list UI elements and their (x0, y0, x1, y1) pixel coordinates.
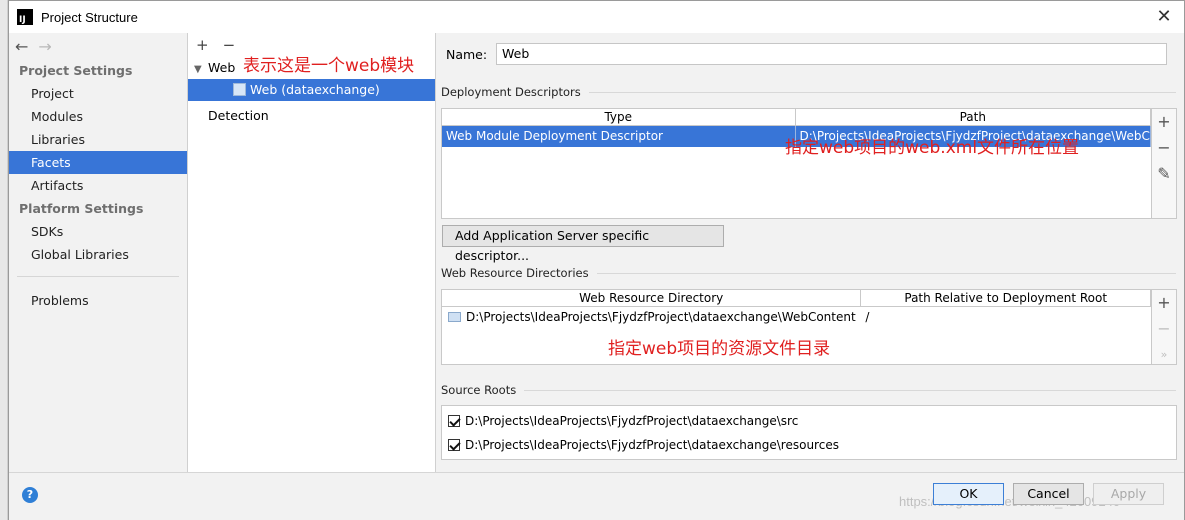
add-resource-icon[interactable]: + (1152, 290, 1176, 316)
web-module-annotation: 表示这是一个web模块 (243, 56, 415, 76)
close-icon[interactable]: ✕ (1154, 7, 1174, 27)
facet-settings-content: Name: Web Deployment Descriptors Type Pa… (437, 33, 1184, 472)
remove-descriptor-icon[interactable]: − (1152, 135, 1176, 161)
background-window-strip (0, 0, 8, 520)
intellij-app-icon: IJ (17, 9, 33, 25)
back-arrow-icon[interactable]: ← (15, 37, 28, 56)
sidebar-item-sdks[interactable]: SDKs (9, 220, 187, 243)
name-field[interactable]: Web (496, 43, 1167, 65)
web-resource-table: Web Resource Directory Path Relative to … (441, 289, 1177, 365)
source-roots-list: D:\Projects\IdeaProjects\FjydzfProject\d… (441, 405, 1177, 460)
deployment-table-header: Type Path (442, 109, 1151, 126)
sidebar-item-problems[interactable]: Problems (9, 289, 187, 312)
deployment-descriptors-title: Deployment Descriptors (441, 85, 1176, 99)
source-roots-title: Source Roots (441, 383, 1176, 397)
sidebar-item-modules[interactable]: Modules (9, 105, 187, 128)
sidebar-divider (17, 276, 179, 277)
remove-resource-icon[interactable]: − (1152, 316, 1176, 342)
tree-node-web[interactable]: ▼ Web 表示这是一个web模块 (188, 56, 435, 81)
name-label: Name: (446, 46, 488, 62)
web-resource-directories-label: Web Resource Directories (441, 266, 589, 280)
name-row: Name: Web (446, 43, 1167, 65)
ok-button[interactable]: OK (933, 483, 1004, 505)
title-bar: IJ Project Structure ✕ (9, 1, 1184, 33)
deployment-descriptors-table: Type Path Web Module Deployment Descript… (441, 108, 1177, 219)
deployment-side-toolbar: + − ✎ (1151, 109, 1176, 218)
dialog-button-bar: ? https://blog.csdn.net/weixin_42609240 … (9, 472, 1184, 520)
sidebar-item-project[interactable]: Project (9, 82, 187, 105)
list-item[interactable]: D:\Projects\IdeaProjects\FjydzfProject\d… (442, 409, 1176, 433)
help-icon[interactable]: ? (22, 487, 38, 503)
add-server-descriptor-button[interactable]: Add Application Server specific descript… (442, 225, 724, 263)
tree-toolbar: + − (188, 33, 435, 57)
source-root-path: D:\Projects\IdeaProjects\FjydzfProject\d… (465, 414, 799, 428)
nav-arrows: ← → (9, 33, 187, 59)
sidebar-item-artifacts[interactable]: Artifacts (9, 174, 187, 197)
forward-arrow-icon[interactable]: → (38, 37, 51, 56)
source-roots-label: Source Roots (441, 383, 517, 397)
table-row[interactable]: D:\Projects\IdeaProjects\FjydzfProject\d… (442, 307, 1151, 328)
source-root-checkbox[interactable] (448, 439, 460, 451)
source-root-path: D:\Projects\IdeaProjects\FjydzfProject\d… (465, 438, 839, 452)
resource-directory-path: D:\Projects\IdeaProjects\FjydzfProject\d… (466, 310, 856, 324)
resource-side-toolbar: + − » (1151, 290, 1176, 364)
expand-caret-icon[interactable]: ▼ (194, 59, 208, 81)
more-actions-icon[interactable]: » (1152, 342, 1176, 368)
column-header-path[interactable]: Path (796, 109, 1151, 125)
resource-dir-annotation: 指定web项目的资源文件目录 (608, 339, 831, 359)
sidebar-item-facets[interactable]: Facets (9, 151, 187, 174)
project-structure-dialog: IJ Project Structure ✕ ← → Project Setti… (8, 0, 1185, 520)
source-root-checkbox[interactable] (448, 415, 460, 427)
settings-sidebar: ← → Project Settings Project Modules Lib… (9, 33, 188, 472)
cancel-button[interactable]: Cancel (1013, 483, 1084, 505)
edit-descriptor-icon[interactable]: ✎ (1152, 161, 1176, 187)
apply-button[interactable]: Apply (1093, 483, 1164, 505)
add-facet-icon[interactable]: + (196, 36, 209, 54)
facet-tree-panel: + − ▼ Web 表示这是一个web模块 Web (dataexchange) … (188, 33, 436, 472)
list-item[interactable]: D:\Projects\IdeaProjects\FjydzfProject\d… (442, 433, 1176, 457)
project-settings-header: Project Settings (19, 63, 133, 78)
tree-node-detection[interactable]: Detection (188, 105, 435, 127)
tree-node-web-label: Web (208, 60, 236, 75)
window-title: Project Structure (41, 9, 138, 25)
web-facet-icon (233, 83, 246, 96)
webxml-location-annotation: 指定web项目的web.xml文件所在位置 (785, 138, 1080, 158)
web-resource-directories-title: Web Resource Directories (441, 266, 1176, 280)
remove-facet-icon[interactable]: − (223, 36, 236, 54)
relative-path-cell: / (865, 310, 870, 324)
column-header-resource-directory[interactable]: Web Resource Directory (442, 290, 862, 306)
add-descriptor-icon[interactable]: + (1152, 109, 1176, 135)
column-header-relative-path[interactable]: Path Relative to Deployment Root (861, 290, 1151, 306)
resource-table-header: Web Resource Directory Path Relative to … (442, 290, 1151, 307)
descriptor-type-cell: Web Module Deployment Descriptor (442, 126, 796, 147)
folder-icon (448, 312, 461, 322)
tree-node-web-dataexchange[interactable]: Web (dataexchange) (188, 79, 435, 101)
sidebar-item-libraries[interactable]: Libraries (9, 128, 187, 151)
platform-settings-header: Platform Settings (19, 201, 144, 216)
deployment-descriptors-label: Deployment Descriptors (441, 85, 581, 99)
column-header-type[interactable]: Type (442, 109, 796, 125)
sidebar-item-global-libraries[interactable]: Global Libraries (9, 243, 187, 266)
resource-directory-cell: D:\Projects\IdeaProjects\FjydzfProject\d… (442, 307, 861, 328)
tree-node-web-dataexchange-label: Web (dataexchange) (250, 82, 380, 97)
